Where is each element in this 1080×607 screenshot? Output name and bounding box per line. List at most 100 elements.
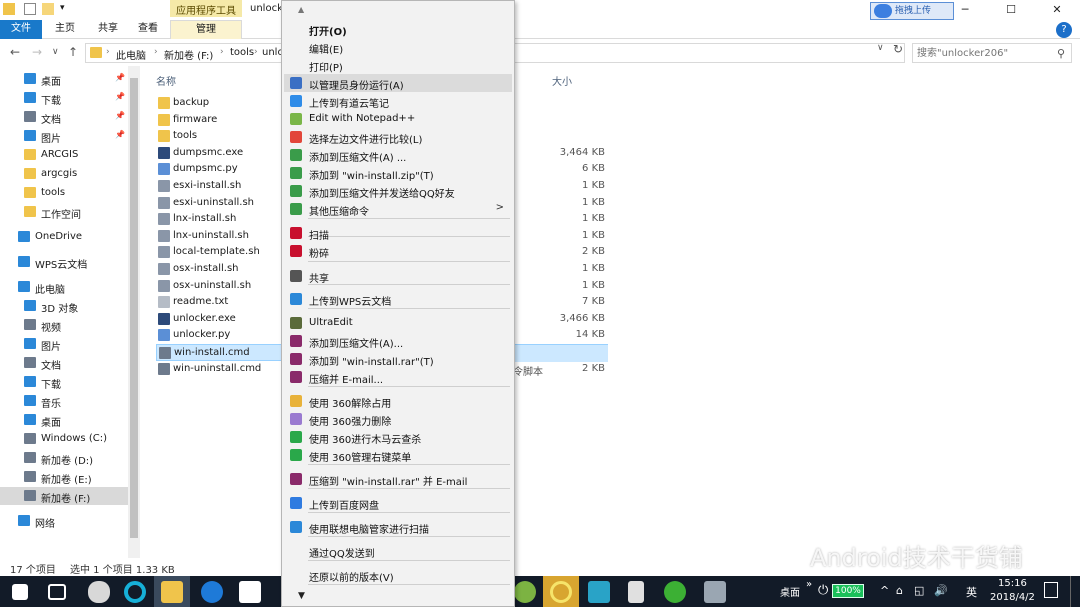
menu-item[interactable]: 使用联想电脑管家进行扫描 — [284, 518, 512, 536]
wechat-icon[interactable] — [664, 581, 686, 603]
properties-icon[interactable] — [24, 3, 36, 15]
sidebar-item[interactable]: 新加卷 (D:) — [0, 449, 128, 467]
sidebar-item[interactable]: Windows (C:) — [0, 430, 128, 448]
menu-item[interactable]: 使用 360强力删除 — [284, 410, 512, 428]
breadcrumb-drive-f[interactable]: 新加卷 (F:) — [164, 47, 213, 62]
sidebar-item[interactable]: 文档 — [0, 354, 128, 372]
sidebar-item[interactable]: 视频 — [0, 316, 128, 334]
sidebar-item[interactable]: 图片 📌 — [0, 127, 128, 145]
sidebar-item[interactable]: WPS云文档 — [0, 253, 128, 271]
close-button[interactable]: ✕ — [1034, 0, 1080, 20]
recent-locations-button[interactable]: ∨ — [52, 47, 59, 57]
new-folder-icon[interactable] — [42, 3, 54, 15]
menu-item[interactable]: 编辑(E) — [284, 38, 512, 56]
search-input[interactable] — [917, 46, 1047, 61]
menu-item[interactable]: 上传到百度网盘 — [284, 494, 512, 512]
menu-item[interactable]: 其他压缩命令 > — [284, 200, 512, 218]
sidebar-item[interactable]: 桌面 — [0, 411, 128, 429]
menu-item[interactable]: 打开(O) — [284, 20, 512, 38]
menu-item[interactable]: 添加到压缩文件(A) ... — [284, 146, 512, 164]
menu-item[interactable]: 压缩并 E-mail... — [284, 368, 512, 386]
menu-item[interactable]: 扫描 — [284, 224, 512, 242]
android-app-icon[interactable] — [514, 581, 536, 603]
screen-icon[interactable]: ◱ — [914, 584, 924, 597]
network-icon[interactable]: ⌂ — [896, 584, 903, 597]
battery-indicator[interactable]: 100% — [832, 584, 864, 598]
sidebar-item[interactable]: 音乐 — [0, 392, 128, 410]
menu-item[interactable]: 选择左边文件进行比较(L) — [284, 128, 512, 146]
search-box[interactable]: ⚲ — [912, 43, 1072, 63]
forward-button[interactable]: → — [32, 45, 42, 59]
pinwheel-app-icon[interactable] — [88, 581, 110, 603]
menu-item[interactable]: 粉碎 — [284, 242, 512, 260]
sidebar-item[interactable]: 下载 — [0, 373, 128, 391]
show-desktop-button[interactable] — [1070, 576, 1074, 607]
search-icon[interactable]: ⚲ — [1057, 47, 1065, 60]
edge-browser-icon[interactable] — [201, 581, 223, 603]
menu-item[interactable]: 添加到压缩文件(A)... — [284, 332, 512, 350]
menu-item[interactable]: 上传到WPS云文档 — [284, 290, 512, 308]
minimize-button[interactable]: ─ — [942, 0, 988, 20]
menu-item[interactable]: 以管理员身份运行(A) — [284, 74, 512, 92]
tray-expand-icon[interactable]: ^ — [880, 584, 889, 597]
tab-share[interactable]: 共享 — [88, 20, 128, 39]
menu-scroll-down-icon[interactable]: ▼ — [298, 591, 305, 601]
sidebar-item[interactable]: 3D 对象 — [0, 297, 128, 315]
refresh-icon[interactable]: ↻ — [893, 42, 903, 56]
green-app-icon[interactable] — [588, 581, 610, 603]
tab-view[interactable]: 查看 — [128, 20, 168, 39]
file-explorer-icon[interactable] — [161, 581, 183, 603]
tab-file[interactable]: 文件 — [0, 20, 42, 39]
circle-app-icon[interactable] — [124, 581, 146, 603]
sidebar-item[interactable]: argcgis — [0, 165, 128, 183]
sidebar-item[interactable]: OneDrive — [0, 228, 128, 246]
maximize-button[interactable]: ☐ — [988, 0, 1034, 20]
toolbar-overflow-icon[interactable]: » — [806, 579, 812, 590]
menu-item[interactable]: 共享 — [284, 267, 512, 285]
help-button[interactable]: ? — [1056, 22, 1072, 38]
menu-item[interactable]: 上传到有道云笔记 — [284, 92, 512, 110]
clock-date[interactable]: 2018/4/2 — [990, 592, 1035, 603]
address-dropdown-icon[interactable]: ∨ — [877, 43, 884, 53]
quick-access-dropdown-icon[interactable]: ▾ — [60, 3, 65, 13]
sidebar-item[interactable]: 文档 📌 — [0, 108, 128, 126]
menu-item[interactable]: Edit with Notepad++ — [284, 110, 512, 128]
volume-icon[interactable]: 🔊 — [934, 584, 948, 597]
sidebar-item[interactable]: 图片 — [0, 335, 128, 353]
desktop-toolbar-label[interactable]: 桌面 — [780, 584, 800, 599]
menu-item[interactable]: 添加到 "win-install.zip"(T) — [284, 164, 512, 182]
column-name-header[interactable]: 名称 — [156, 73, 176, 88]
input-language-icon[interactable]: 英 — [966, 584, 977, 600]
sidebar-item[interactable]: 新加卷 (F:) — [0, 487, 128, 505]
menu-item[interactable]: 使用 360解除占用 — [284, 392, 512, 410]
tab-manage[interactable]: 管理 — [170, 20, 242, 39]
action-center-icon[interactable] — [1044, 582, 1058, 598]
sidebar-item[interactable]: 网络 — [0, 512, 128, 530]
menu-item[interactable]: 压缩到 "win-install.rar" 并 E-mail — [284, 470, 512, 488]
clock-time[interactable]: 15:16 — [998, 578, 1027, 589]
yellow-circle-app-icon[interactable] — [550, 581, 572, 603]
back-button[interactable]: ← — [10, 45, 20, 59]
tab-home[interactable]: 主页 — [45, 20, 85, 39]
breadcrumb-tools[interactable]: tools — [230, 47, 254, 58]
column-size-header[interactable]: 大小 — [552, 73, 572, 88]
store-icon[interactable] — [239, 581, 261, 603]
sidebar-item[interactable]: 新加卷 (E:) — [0, 468, 128, 486]
menu-item[interactable]: 添加到 "win-install.rar"(T) — [284, 350, 512, 368]
sidebar-item[interactable]: 下载 📌 — [0, 89, 128, 107]
menu-item[interactable]: 还原以前的版本(V) — [284, 566, 512, 584]
up-button[interactable]: ↑ — [68, 45, 78, 59]
menu-item[interactable]: 打印(P) — [284, 56, 512, 74]
nav-scrollbar-thumb[interactable] — [130, 78, 138, 538]
breadcrumb-this-pc[interactable]: 此电脑 — [116, 47, 146, 62]
sidebar-item[interactable]: ARCGIS — [0, 146, 128, 164]
sidebar-item[interactable]: tools — [0, 184, 128, 202]
menu-item[interactable]: 通过QQ发送到 — [284, 542, 512, 560]
sidebar-item[interactable]: 此电脑 — [0, 278, 128, 296]
menu-item[interactable]: 添加到压缩文件并发送给QQ好友 — [284, 182, 512, 200]
menu-scroll-up-icon[interactable]: ▲ — [298, 5, 304, 14]
tool-app-icon[interactable] — [704, 581, 726, 603]
task-view-icon[interactable] — [48, 584, 66, 600]
menu-item[interactable]: UltraEdit — [284, 314, 512, 332]
sidebar-item[interactable]: 桌面 📌 — [0, 70, 128, 88]
